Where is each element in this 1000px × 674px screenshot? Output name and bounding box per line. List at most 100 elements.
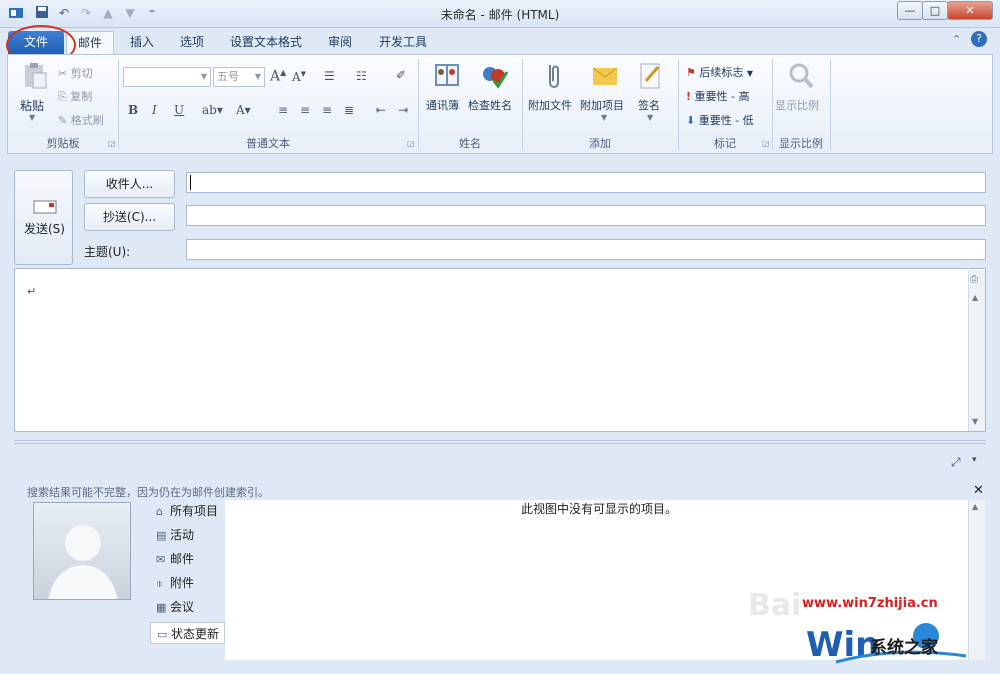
signature-icon (640, 63, 660, 89)
nav-all-items[interactable]: ⌂ 所有项目 (150, 500, 225, 522)
decrease-indent-icon[interactable]: ⇤ (376, 103, 386, 117)
maximize-button[interactable]: □ (922, 1, 948, 20)
numbering-icon[interactable]: ☷ (356, 69, 367, 83)
signature-button[interactable]: 签名 (638, 97, 660, 113)
align-center-icon[interactable]: ≡ (300, 103, 310, 117)
highlight-color-icon[interactable]: ab▾ (202, 103, 223, 117)
subject-label: 主题(U): (84, 245, 131, 259)
message-body[interactable]: ↵ (14, 268, 986, 432)
attach-item-button[interactable]: 附加项目 (580, 97, 624, 113)
watermark-url: www.win7zhijia.cn (802, 596, 938, 611)
attach-file-button[interactable]: 附加文件 (528, 97, 572, 113)
down-arrow-icon: ⬇ (686, 114, 696, 127)
bullets-icon[interactable]: ☰ (324, 69, 335, 83)
paperclip-icon (549, 65, 559, 88)
signature-dropdown-icon[interactable]: ▼ (647, 113, 653, 122)
to-field[interactable] (186, 172, 986, 193)
tab-review[interactable]: 审阅 (318, 31, 362, 54)
dialog-launcher-icon[interactable]: ◲ (762, 139, 770, 148)
nav-status-updates[interactable]: ▭ 状态更新 (150, 622, 225, 644)
align-right-icon[interactable]: ≡ (322, 103, 332, 117)
title-bar: ↶ ↷ ▲ ▼ ⁼ 未命名 - 邮件 (HTML) — □ ✕ (0, 0, 1000, 28)
format-painter-button[interactable]: ✎ 格式刷 (58, 112, 104, 128)
scroll-down-icon[interactable]: ▼ (972, 417, 978, 426)
high-importance-button[interactable]: ! 重要性 - 高 (686, 88, 750, 104)
increase-indent-icon[interactable]: ⇥ (398, 103, 408, 117)
flag-icon: ⚑ (686, 66, 696, 79)
tab-format-text[interactable]: 设置文本格式 (220, 31, 312, 54)
expand-pane-icon[interactable]: ⤢ (951, 455, 961, 470)
cc-button[interactable]: 抄送(C)... (84, 203, 175, 231)
window-title: 未命名 - 邮件 (HTML) (440, 8, 560, 22)
baidu-watermark: Bai (748, 588, 802, 623)
watermark-name: 系统之家 (870, 638, 938, 658)
justify-icon[interactable]: ≣ (344, 103, 354, 117)
check-names-button[interactable]: 检查姓名 (468, 97, 512, 113)
cut-label: 剪切 (70, 67, 93, 80)
paragraph-mark: ↵ (27, 285, 37, 298)
help-icon[interactable]: ? (971, 31, 987, 47)
format-painter-label: 格式刷 (70, 114, 104, 127)
font-size-box[interactable]: 五号 ▼ (213, 67, 265, 87)
paste-button[interactable]: 粘贴 (20, 97, 44, 114)
pane-menu-icon[interactable]: ▾ (972, 455, 977, 465)
dialog-launcher-icon[interactable]: ◲ (108, 139, 116, 148)
nav-label: 所有项目 (170, 504, 219, 518)
tab-developer[interactable]: 开发工具 (370, 31, 436, 54)
calendar-icon: ▦ (156, 601, 167, 614)
contact-photo (33, 502, 131, 600)
nav-label: 邮件 (170, 552, 195, 566)
ruler-toggle-icon[interactable]: ⎙ (970, 274, 978, 285)
cc-field[interactable] (186, 205, 986, 226)
nav-attachments[interactable]: ⌽ 附件 (150, 572, 225, 594)
ribbon-tabs: 文件 邮件 插入 选项 设置文本格式 审阅 开发工具 ⌃ ? (0, 28, 1000, 54)
clear-formatting-icon[interactable]: ✐ (396, 68, 406, 82)
nav-activities[interactable]: ▤ 活动 (150, 524, 225, 546)
low-importance-button[interactable]: ⬇ 重要性 - 低 (686, 112, 754, 128)
tab-options[interactable]: 选项 (170, 31, 214, 54)
dialog-launcher-icon[interactable]: ◲ (407, 139, 415, 148)
address-book-button[interactable]: 通讯簿 (426, 97, 459, 113)
font-color-icon[interactable]: A▾ (236, 103, 251, 117)
attach-item-dropdown-icon[interactable]: ▼ (601, 113, 607, 122)
magnifier-icon (789, 63, 814, 89)
underline-icon[interactable]: U (174, 103, 184, 117)
tab-insert[interactable]: 插入 (120, 31, 164, 54)
shrink-font-icon[interactable]: A▼ (292, 70, 306, 84)
copy-button[interactable]: ⎘ 复制 (58, 88, 92, 104)
close-button[interactable]: ✕ (947, 1, 993, 20)
nav-label: 活动 (170, 528, 195, 542)
attachment-icon: ⌽ (156, 577, 163, 590)
paste-dropdown-icon[interactable]: ▼ (29, 113, 35, 122)
subject-field[interactable] (186, 239, 986, 260)
high-importance-label: 重要性 - 高 (694, 90, 750, 103)
home-icon: ⌂ (156, 505, 163, 518)
bold-icon[interactable]: B (128, 103, 138, 117)
collapse-ribbon-icon[interactable]: ⌃ (952, 33, 961, 46)
group-separator (830, 59, 831, 149)
pane-splitter[interactable] (14, 440, 986, 444)
scroll-up-icon[interactable]: ▲ (972, 502, 978, 511)
nav-meetings[interactable]: ▦ 会议 (150, 596, 225, 618)
attach-item-icon (592, 67, 618, 85)
font-name-box[interactable]: ▼ (123, 67, 211, 87)
nav-label: 会议 (170, 600, 195, 614)
follow-up-label: 后续标志 (699, 66, 744, 79)
cut-button[interactable]: ✂ 剪切 (58, 65, 93, 81)
send-button[interactable]: 发送(S) (14, 170, 73, 265)
italic-icon[interactable]: I (152, 103, 157, 117)
activity-icon: ▤ (156, 529, 167, 542)
align-left-icon[interactable]: ≡ (278, 103, 288, 117)
scroll-up-icon[interactable]: ▲ (972, 293, 978, 302)
empty-view-message: 此视图中没有可显示的项目。 (521, 502, 678, 516)
zoom-button[interactable]: 显示比例 (775, 97, 819, 113)
low-importance-label: 重要性 - 低 (698, 114, 754, 127)
minimize-button[interactable]: — (897, 1, 923, 20)
close-notice-icon[interactable]: ✕ (973, 483, 984, 498)
nav-mail[interactable]: ✉ 邮件 (150, 548, 225, 570)
body-scrollbar[interactable]: ⎙ ▲ ▼ (968, 270, 985, 431)
to-button[interactable]: 收件人... (84, 170, 175, 198)
grow-font-icon[interactable]: A▲ (270, 68, 286, 85)
follow-up-button[interactable]: ⚑ 后续标志 ▼ (686, 64, 753, 80)
tags-group-label: 标记 (714, 137, 736, 150)
